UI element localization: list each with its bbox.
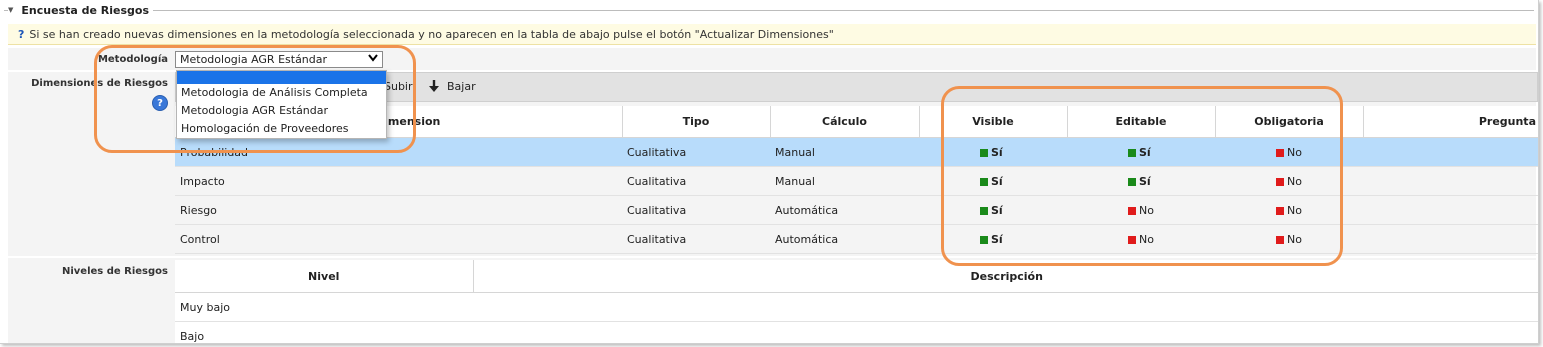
dropdown-option[interactable]: Homologación de Proveedores [177,120,386,138]
col-editable[interactable]: Editable [1067,106,1216,138]
green-flag-icon [1128,148,1136,157]
dropdown-option[interactable]: Metodologia de Análisis Completa [177,84,386,102]
red-flag-icon [1276,206,1284,215]
cell-dimension: Control [175,224,622,254]
green-flag-icon [980,177,988,186]
move-down-button[interactable]: Bajar [428,80,476,93]
info-text: Si se han creado nuevas dimensiones en l… [29,27,834,41]
chevron-down-icon [368,54,378,65]
section-header[interactable]: ▼ Encuesta de Riesgos [8,3,153,17]
cell-nivel: Bajo [175,321,473,343]
info-banner: ? Si se han creado nuevas dimensiones en… [8,24,1536,45]
cell-calculo: Automática [770,195,919,225]
col-pregunta[interactable]: Pregunta [1363,106,1538,138]
cell-pregunta [1363,224,1538,254]
fieldset-border [4,10,1534,11]
cell-visible: Sí [919,195,1067,225]
cell-nivel: Muy bajo [175,292,473,322]
levels-label: Niveles de Riesgos [61,266,168,277]
cell-calculo: Manual [770,137,919,167]
table-row[interactable]: Muy bajo [175,292,1538,322]
green-flag-icon [980,148,988,157]
cell-visible: Sí [919,166,1067,196]
methodology-label: Metodología [97,54,168,65]
col-tipo[interactable]: Tipo [622,106,771,138]
help-icon[interactable]: ? [152,95,168,111]
dimensions-label: Dimensiones de Riesgos [31,78,168,89]
table-row[interactable]: Control Cualitativa Automática Sí No No [175,224,1538,254]
table-row[interactable]: Bajo [175,321,1538,343]
risk-survey-panel: ▼ Encuesta de Riesgos ? Si se han creado… [0,0,1539,344]
cell-descripcion [473,292,1538,322]
red-flag-icon [1276,235,1284,244]
table-row[interactable]: Impacto Cualitativa Manual Sí Sí No [175,166,1538,196]
cell-editable: No [1067,195,1215,225]
cell-dimension: Probabilidad [175,137,622,167]
cell-obligatoria: No [1215,224,1363,254]
cell-editable: Sí [1067,137,1215,167]
table-row[interactable]: Riesgo Cualitativa Automática Sí No No [175,195,1538,225]
methodology-selected-value: Metodologia AGR Estándar [180,53,328,66]
cell-visible: Sí [919,224,1067,254]
cell-editable: Sí [1067,166,1215,196]
cell-visible: Sí [919,137,1067,167]
red-flag-icon [1276,177,1284,186]
green-flag-icon [980,235,988,244]
cell-dimension: Riesgo [175,195,622,225]
methodology-dropdown-list: Metodologia de Análisis Completa Metodol… [176,70,387,139]
cell-pregunta [1363,137,1538,167]
dropdown-option-empty[interactable] [177,71,386,84]
green-flag-icon [1128,177,1136,186]
arrow-down-icon [429,80,439,92]
cell-tipo: Cualitativa [622,195,770,225]
cell-pregunta [1363,166,1538,196]
move-up-label: Subir [384,80,413,93]
cell-obligatoria: No [1215,195,1363,225]
levels-header-row: Nivel Descripción [175,260,1538,293]
table-row[interactable]: Probabilidad Cualitativa Manual Sí Sí No [175,137,1538,167]
cell-tipo: Cualitativa [622,224,770,254]
cell-editable: No [1067,224,1215,254]
green-flag-icon [980,206,988,215]
col-obligatoria[interactable]: Obligatoria [1215,106,1364,138]
col-nivel[interactable]: Nivel [175,260,474,293]
cell-tipo: Cualitativa [622,166,770,196]
cell-calculo: Automática [770,224,919,254]
levels-table: Nivel Descripción Muy bajo Bajo [175,260,1538,343]
cell-obligatoria: No [1215,166,1363,196]
triangle-down-icon[interactable]: ▼ [8,6,13,14]
col-descripcion[interactable]: Descripción [473,260,1538,293]
col-calculo[interactable]: Cálculo [770,106,920,138]
move-down-label: Bajar [447,80,476,93]
cell-descripcion [473,321,1538,343]
methodology-select[interactable]: Metodologia AGR Estándar [175,51,383,68]
red-flag-icon [1128,206,1136,215]
question-icon: ? [18,27,25,41]
move-up-button[interactable]: Subir [384,80,413,93]
cell-calculo: Manual [770,166,919,196]
cell-pregunta [1363,195,1538,225]
dropdown-option[interactable]: Metodologia AGR Estándar [177,102,386,120]
section-title: Encuesta de Riesgos [21,3,149,17]
cell-obligatoria: No [1215,137,1363,167]
cell-tipo: Cualitativa [622,137,770,167]
cell-dimension: Impacto [175,166,622,196]
red-flag-icon [1128,235,1136,244]
col-visible[interactable]: Visible [919,106,1068,138]
red-flag-icon [1276,148,1284,157]
